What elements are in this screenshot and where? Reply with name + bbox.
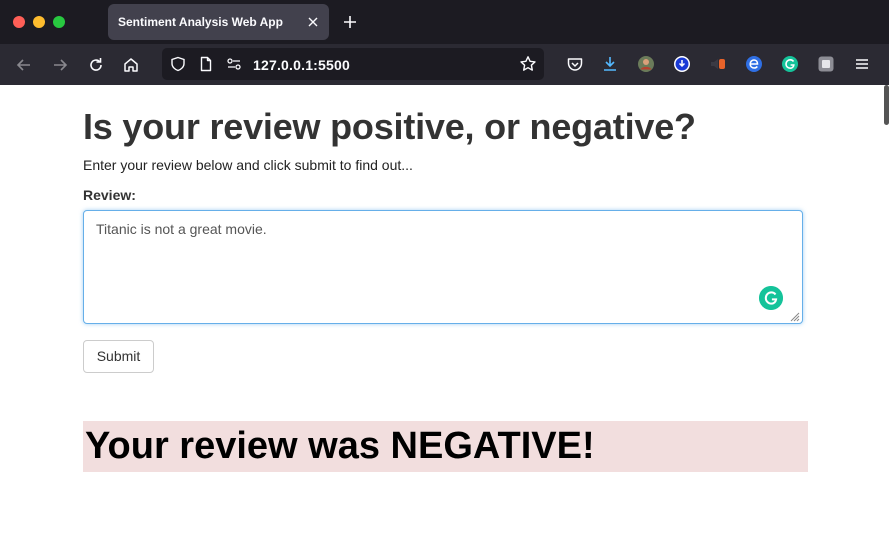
permissions-icon[interactable] bbox=[226, 56, 242, 72]
review-text-value[interactable]: Titanic is not a great movie. bbox=[96, 221, 267, 237]
submit-button[interactable]: Submit bbox=[83, 340, 154, 373]
gray-extension-icon[interactable] bbox=[817, 55, 835, 73]
speaker-extension-icon[interactable] bbox=[709, 55, 727, 73]
zoom-window-button[interactable] bbox=[53, 16, 65, 28]
pocket-icon[interactable] bbox=[566, 55, 584, 73]
review-label: Review: bbox=[83, 187, 136, 203]
star-icon[interactable] bbox=[519, 55, 537, 73]
tab-title: Sentiment Analysis Web App bbox=[118, 15, 283, 29]
minimize-window-button[interactable] bbox=[33, 16, 45, 28]
tab-sentiment-analysis[interactable]: Sentiment Analysis Web App bbox=[108, 4, 329, 40]
close-icon[interactable] bbox=[305, 14, 321, 30]
review-textarea[interactable]: Titanic is not a great movie. bbox=[83, 210, 803, 324]
page-title: Is your review positive, or negative? bbox=[83, 106, 696, 147]
avatar-extension-icon[interactable] bbox=[637, 55, 655, 73]
e-extension-icon[interactable] bbox=[745, 55, 763, 73]
url-text[interactable]: 127.0.0.1:5500 bbox=[253, 57, 350, 73]
hamburger-menu-icon[interactable] bbox=[853, 55, 871, 73]
result-text: Your review was NEGATIVE! bbox=[85, 425, 595, 467]
arrow-left-icon[interactable] bbox=[15, 56, 33, 74]
download-icon[interactable] bbox=[601, 55, 619, 73]
url-bar[interactable] bbox=[162, 48, 544, 80]
blue-download-extension-icon[interactable] bbox=[673, 55, 691, 73]
page-icon[interactable] bbox=[198, 56, 214, 72]
shield-icon[interactable] bbox=[170, 56, 186, 72]
page-instructions: Enter your review below and click submit… bbox=[83, 157, 413, 173]
home-icon[interactable] bbox=[122, 56, 140, 74]
result-banner: Your review was NEGATIVE! bbox=[83, 421, 808, 472]
plus-icon[interactable] bbox=[342, 14, 358, 30]
resize-handle-icon[interactable] bbox=[788, 310, 800, 322]
reload-icon[interactable] bbox=[87, 56, 105, 74]
scrollbar[interactable] bbox=[884, 85, 889, 125]
close-window-button[interactable] bbox=[13, 16, 25, 28]
grammarly-extension-icon[interactable] bbox=[781, 55, 799, 73]
grammarly-icon[interactable] bbox=[759, 286, 783, 310]
title-bar: Sentiment Analysis Web App bbox=[0, 0, 889, 44]
arrow-right-icon[interactable] bbox=[51, 56, 69, 74]
